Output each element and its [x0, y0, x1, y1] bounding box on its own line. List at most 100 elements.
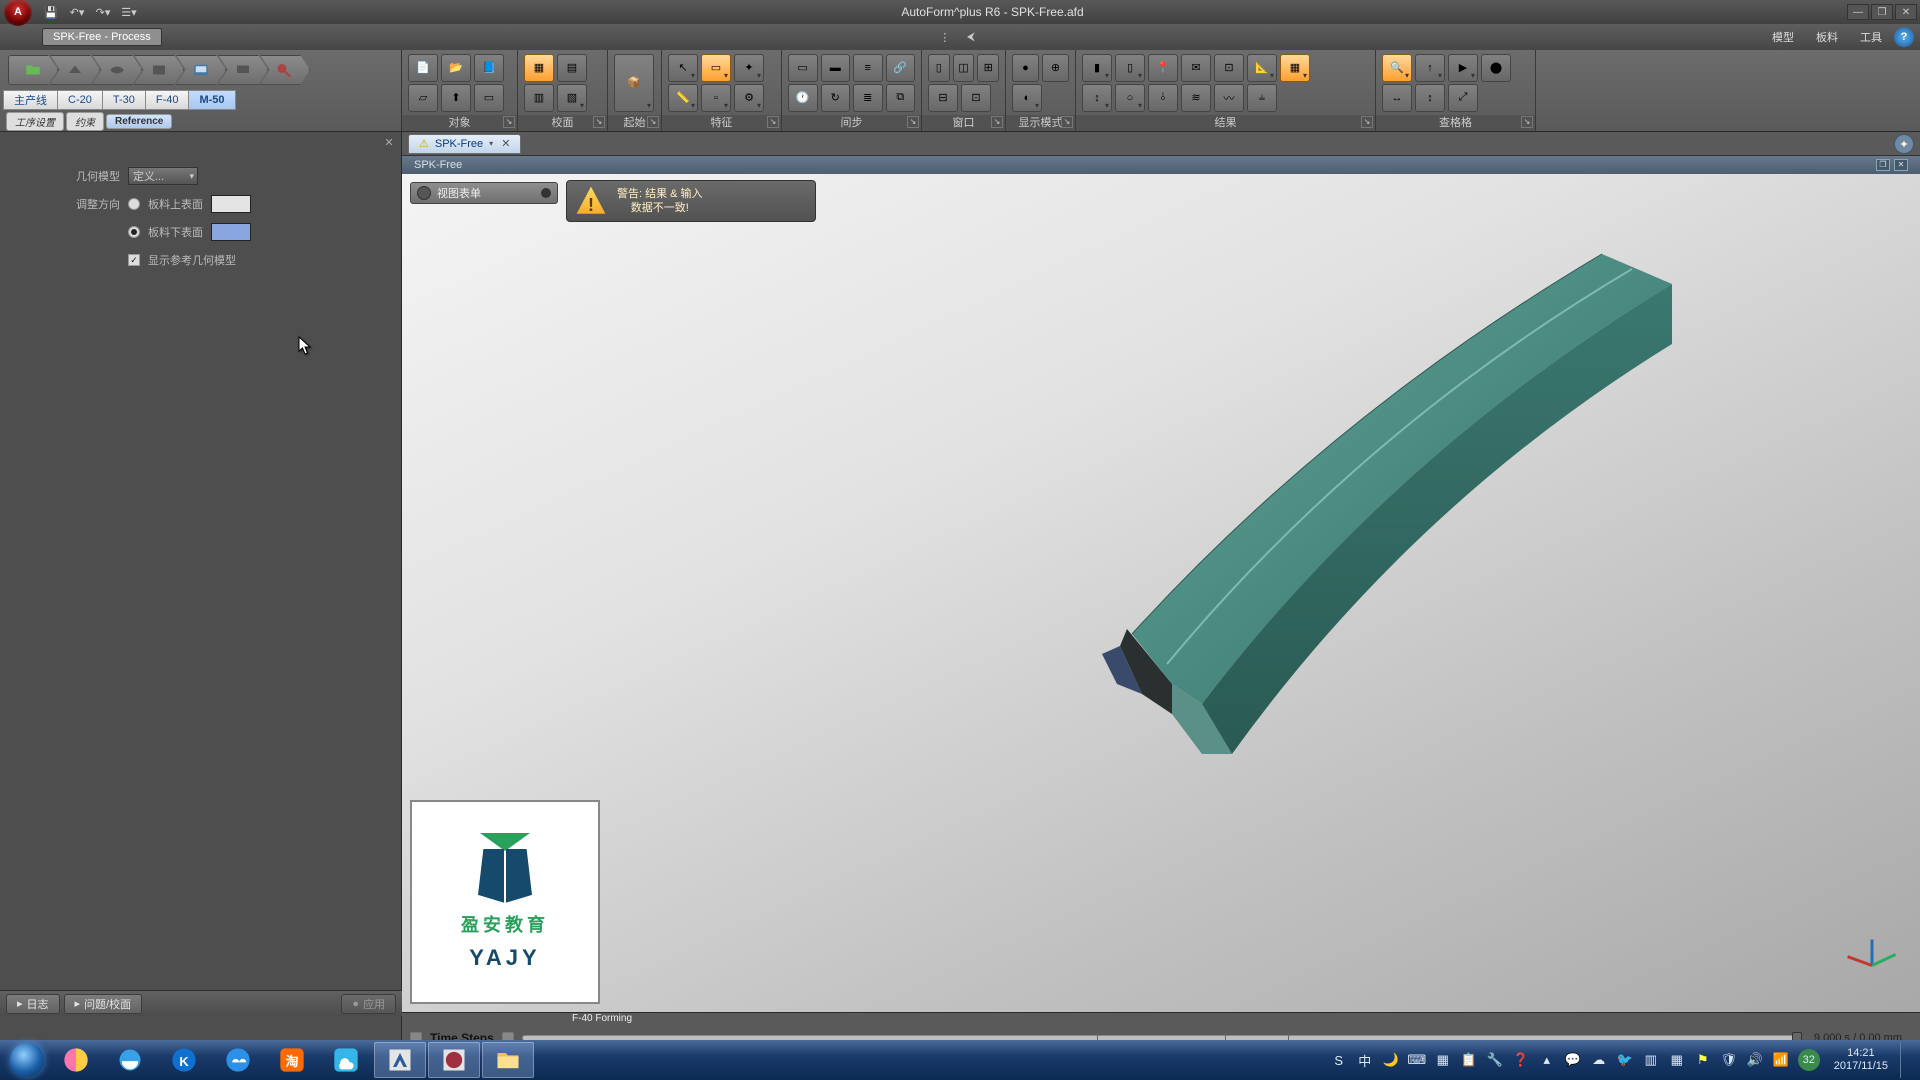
app-1-icon[interactable] — [50, 1042, 102, 1078]
sec-2-button[interactable]: ▤ — [557, 54, 587, 82]
g4-button[interactable]: 🔗 — [886, 54, 916, 82]
flow-open-button[interactable] — [8, 55, 58, 85]
qat-drop-icon[interactable]: ☰▾ — [120, 3, 138, 21]
subtab-process[interactable]: 工序设置 — [6, 112, 64, 131]
op-tab-t30[interactable]: T-30 — [102, 90, 146, 110]
g7-button[interactable]: ≣ — [853, 84, 883, 112]
gr1-button[interactable]: 🔍 — [1382, 54, 1412, 82]
f5-button[interactable]: ▫ — [701, 84, 731, 112]
tray-icon[interactable]: ▦ — [1668, 1051, 1686, 1069]
log-button[interactable]: ▸ 日志 — [6, 994, 60, 1014]
gr5-button[interactable]: ↔ — [1382, 84, 1412, 112]
ie-icon[interactable] — [104, 1042, 156, 1078]
tray-badge[interactable]: 32 — [1798, 1049, 1820, 1071]
minimize-button[interactable]: — — [1847, 4, 1869, 20]
doc-tab-close-icon[interactable]: ✕ — [501, 137, 510, 150]
w2-button[interactable]: ◫ — [953, 54, 975, 82]
tray-icon[interactable]: 📋 — [1460, 1051, 1478, 1069]
expand-icon[interactable]: ↘ — [593, 116, 605, 128]
explorer-icon[interactable] — [482, 1042, 534, 1078]
r5-button[interactable]: ⊡ — [1214, 54, 1244, 82]
start-button[interactable] — [4, 1040, 50, 1080]
autoform-1-icon[interactable] — [374, 1042, 426, 1078]
d2-button[interactable]: ⊕ — [1042, 54, 1069, 82]
op-tab-f40[interactable]: F-40 — [145, 90, 190, 110]
expand-icon[interactable]: ↘ — [767, 116, 779, 128]
f6-button[interactable]: ⚙ — [734, 84, 764, 112]
r4-button[interactable]: ✉ — [1181, 54, 1211, 82]
maximize-button[interactable]: ❐ — [1871, 4, 1893, 20]
geom-combo[interactable]: 定义... — [128, 167, 198, 185]
g5-button[interactable]: 🕐 — [788, 84, 818, 112]
3d-viewport[interactable]: 视图表单 ! 警告: 结果 & 输入数据不一致! — [402, 174, 1920, 1012]
r7-button[interactable]: ▦ — [1280, 54, 1310, 82]
gr4-button[interactable]: ⬤ — [1481, 54, 1511, 82]
autoform-2-icon[interactable] — [428, 1042, 480, 1078]
view-close-icon[interactable]: ✕ — [1894, 159, 1908, 171]
lower-radio[interactable] — [128, 226, 140, 238]
expand-icon[interactable]: ↘ — [1061, 116, 1073, 128]
obj-open-button[interactable]: 📂 — [441, 54, 471, 82]
gr3-button[interactable]: ▶ — [1448, 54, 1478, 82]
view-list-toggle-icon[interactable] — [541, 188, 551, 198]
sec-1-button[interactable]: ▦ — [524, 54, 554, 82]
op-tab-m50[interactable]: M-50 — [188, 90, 235, 110]
tray-expand-icon[interactable]: ▴ — [1538, 1051, 1556, 1069]
w4-button[interactable]: ⊟ — [928, 84, 958, 112]
g1-button[interactable]: ▭ — [788, 54, 818, 82]
menu-sheet[interactable]: 板料 — [1806, 25, 1848, 49]
expand-icon[interactable]: ↘ — [907, 116, 919, 128]
r11-button[interactable]: ≋ — [1181, 84, 1211, 112]
gr7-button[interactable]: ⤢ — [1448, 84, 1478, 112]
w1-button[interactable]: ▯ — [928, 54, 950, 82]
tray-icon[interactable]: 🛡 — [1720, 1051, 1738, 1069]
tray-icon[interactable]: ⌨ — [1408, 1051, 1426, 1069]
gr6-button[interactable]: ↕ — [1415, 84, 1445, 112]
r9-button[interactable]: ○ — [1115, 84, 1145, 112]
tray-icon[interactable]: ☁ — [1590, 1051, 1608, 1069]
orientation-triad[interactable] — [1842, 934, 1902, 994]
obj-book-button[interactable]: 📘 — [474, 54, 504, 82]
tray-icon[interactable]: 🐦 — [1616, 1051, 1634, 1069]
add-view-button[interactable]: ✦ — [1894, 134, 1914, 154]
obj-plane-button[interactable]: ▱ — [408, 84, 438, 112]
panel-close-icon[interactable]: ✕ — [381, 136, 397, 152]
r2-button[interactable]: ▯ — [1115, 54, 1145, 82]
doc-tab-drop-icon[interactable]: ▾ — [489, 139, 493, 148]
d3-button[interactable]: ◐ — [1012, 84, 1042, 112]
tray-icon[interactable]: 💬 — [1564, 1051, 1582, 1069]
r10-button[interactable]: ⫰ — [1148, 84, 1178, 112]
g6-button[interactable]: ↻ — [821, 84, 851, 112]
tray-icon[interactable]: ❓ — [1512, 1051, 1530, 1069]
pin-icon[interactable]: ⮜ — [963, 31, 979, 44]
sec-4-button[interactable]: ▧ — [557, 84, 587, 112]
issues-button[interactable]: ▸ 问题/校面 — [64, 994, 143, 1014]
d1-button[interactable]: ● — [1012, 54, 1039, 82]
baiduyun-icon[interactable] — [212, 1042, 264, 1078]
g3-button[interactable]: ≡ — [853, 54, 883, 82]
network-icon[interactable]: 📶 — [1772, 1051, 1790, 1069]
expand-icon[interactable]: ↘ — [503, 116, 515, 128]
f1-button[interactable]: ↖ — [668, 54, 698, 82]
upper-radio[interactable] — [128, 198, 140, 210]
tray-icon[interactable]: ▥ — [1642, 1051, 1660, 1069]
expand-icon[interactable]: ↘ — [647, 116, 659, 128]
r12-button[interactable]: 〰 — [1214, 84, 1244, 112]
expand-icon[interactable]: ↘ — [1521, 116, 1533, 128]
op-tab-main[interactable]: 主产线 — [3, 90, 58, 110]
f3-button[interactable]: ✦ — [734, 54, 764, 82]
view-max-icon[interactable]: ❐ — [1876, 159, 1890, 171]
sec-3-button[interactable]: ▥ — [524, 84, 554, 112]
r6-button[interactable]: 📐 — [1247, 54, 1277, 82]
w5-button[interactable]: ⊡ — [961, 84, 991, 112]
tray-icon[interactable]: 🌙 — [1382, 1051, 1400, 1069]
tray-icon[interactable]: ▦ — [1434, 1051, 1452, 1069]
tray-icon[interactable]: ⚑ — [1694, 1051, 1712, 1069]
obj-box-button[interactable]: ▭ — [474, 84, 504, 112]
showref-checkbox[interactable]: ✓ — [128, 254, 140, 266]
r3-button[interactable]: 📍 — [1148, 54, 1178, 82]
grip-icon[interactable]: ⋮ — [937, 31, 953, 44]
taskbar-clock[interactable]: 14:212017/11/15 — [1834, 1047, 1888, 1073]
taobao-icon[interactable]: 淘 — [266, 1042, 318, 1078]
redo-icon[interactable]: ↷▾ — [94, 3, 112, 21]
